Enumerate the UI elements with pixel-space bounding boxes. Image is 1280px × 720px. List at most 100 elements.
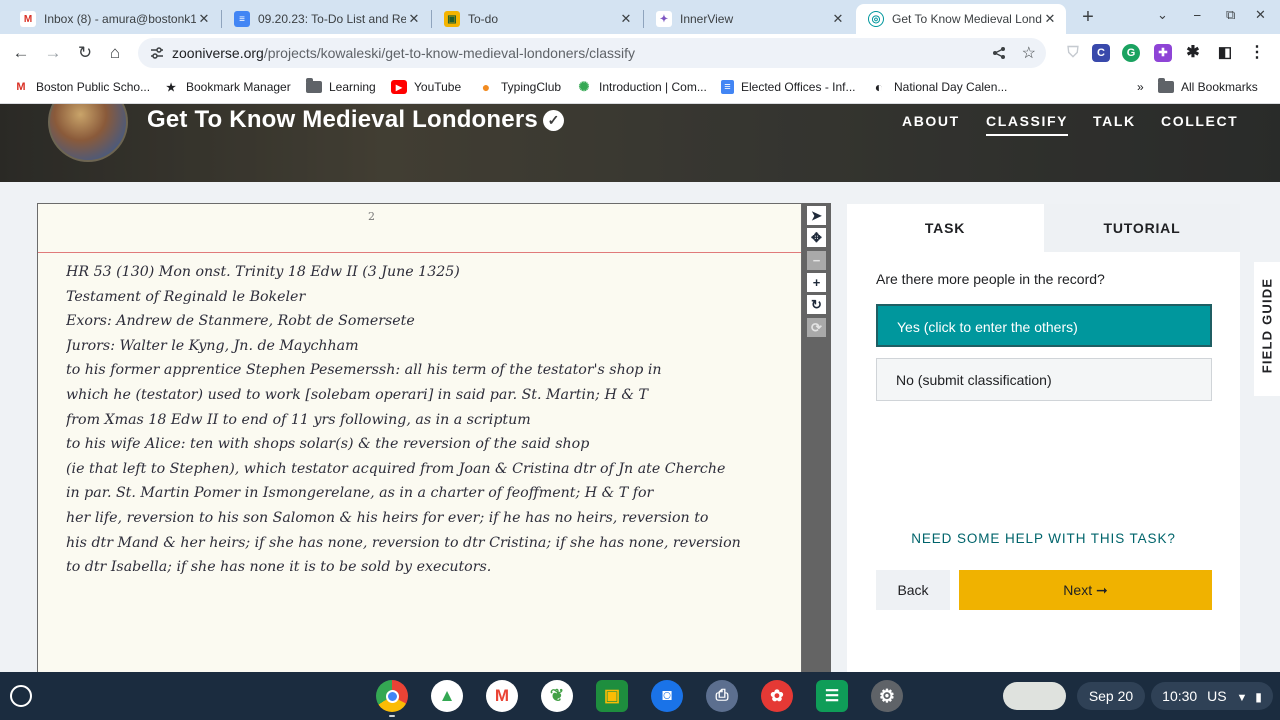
tab-close-icon[interactable]: ✕ bbox=[196, 11, 212, 27]
answer-no-button[interactable]: No (submit classification) bbox=[876, 358, 1212, 401]
nav-about[interactable]: ABOUT bbox=[902, 113, 960, 129]
record-line: to his wife Alice: ten with shops solar(… bbox=[66, 436, 590, 453]
tab-title: Get To Know Medieval Londo bbox=[892, 12, 1042, 26]
bookmarks-overflow-chevron-icon[interactable]: » bbox=[1137, 80, 1144, 94]
forms-icon[interactable]: ☰ bbox=[816, 680, 848, 712]
pointer-icon[interactable]: ➤ bbox=[807, 206, 826, 225]
all-bookmarks[interactable]: All Bookmarks bbox=[1158, 78, 1258, 94]
chrome-icon[interactable] bbox=[376, 680, 408, 712]
subject-page-number: 2 bbox=[368, 210, 375, 223]
os-shelf: ▲ M ❦ ▣ ◙ ⎙ ✿ ☰ ⚙ Sep 20 10:30 US ▼ ▮ bbox=[0, 672, 1280, 720]
camera-icon[interactable]: ◙ bbox=[651, 680, 683, 712]
settings-gear-icon[interactable]: ⚙ bbox=[871, 680, 903, 712]
extensions-puzzle-icon[interactable]: ✱ bbox=[1184, 44, 1202, 62]
back-button[interactable]: Back bbox=[876, 570, 950, 610]
browser-tab-todo[interactable]: ▣ To-do ✕ bbox=[432, 4, 642, 34]
tab-search-icon[interactable]: ⌄ bbox=[1157, 7, 1168, 23]
bookmark-youtube[interactable]: ▶ YouTube bbox=[391, 80, 461, 94]
bookmark-elected-offices[interactable]: ≡ Elected Offices - Inf... bbox=[721, 80, 856, 94]
classroom-icon[interactable]: ▣ bbox=[596, 680, 628, 712]
date-pill[interactable]: Sep 20 bbox=[1077, 682, 1145, 710]
palette-icon[interactable]: ✿ bbox=[761, 680, 793, 712]
zoom-in-icon[interactable]: + bbox=[807, 273, 826, 292]
browser-tab-innerview[interactable]: ✦ InnerView ✕ bbox=[644, 4, 854, 34]
record-line: to dtr Isabella; if she has none it is t… bbox=[66, 559, 492, 576]
zooniverse-icon: ◎ bbox=[868, 11, 884, 27]
record-line: HR 53 (130) Mon onst. Trinity 18 Edw II … bbox=[66, 264, 460, 280]
forward-icon[interactable]: → bbox=[42, 42, 64, 64]
project-header: Get To Know Medieval Londoners ✓ ABOUT C… bbox=[0, 104, 1280, 182]
input-method: US bbox=[1207, 688, 1227, 704]
folder-icon bbox=[306, 78, 322, 94]
record-line: to his former apprentice Stephen Pesemer… bbox=[66, 362, 662, 379]
printer-icon[interactable]: ⎙ bbox=[706, 680, 738, 712]
close-window-icon[interactable]: ✕ bbox=[1255, 7, 1266, 23]
reset-view-icon[interactable]: ⟳ bbox=[807, 318, 826, 337]
share-icon[interactable] bbox=[992, 46, 1006, 60]
nav-collect[interactable]: COLLECT bbox=[1161, 113, 1238, 129]
all-bookmarks-label: All Bookmarks bbox=[1181, 80, 1258, 94]
home-icon[interactable]: ⌂ bbox=[104, 42, 126, 64]
grammarly-icon[interactable]: G bbox=[1122, 44, 1140, 62]
tab-close-icon[interactable]: ✕ bbox=[406, 11, 422, 27]
drive-icon[interactable]: ▲ bbox=[431, 680, 463, 712]
field-guide-tab[interactable]: FIELD GUIDE bbox=[1254, 262, 1280, 396]
image-tools: ➤ ✥ − + ↻ ⟳ bbox=[802, 203, 831, 672]
new-tab-button[interactable]: + bbox=[1076, 5, 1100, 29]
nav-talk[interactable]: TALK bbox=[1093, 113, 1136, 129]
menu-icon[interactable]: ⋮ bbox=[1248, 44, 1266, 62]
bookmark-introduction[interactable]: ✺ Introduction | Com... bbox=[576, 79, 707, 94]
back-icon[interactable]: ← bbox=[10, 42, 32, 64]
tote-holding-space[interactable] bbox=[1003, 682, 1066, 710]
extension-c-icon[interactable]: C bbox=[1092, 44, 1110, 62]
rotate-icon[interactable]: ↻ bbox=[807, 295, 826, 314]
bookmark-boston-public-schools[interactable]: M Boston Public Scho... bbox=[13, 80, 150, 94]
move-icon[interactable]: ✥ bbox=[807, 228, 826, 247]
shield-icon[interactable]: ⛉ bbox=[1064, 44, 1082, 62]
bookmark-label: National Day Calen... bbox=[894, 80, 1008, 94]
zoom-out-icon[interactable]: − bbox=[807, 251, 826, 270]
tab-close-icon[interactable]: ✕ bbox=[830, 11, 846, 27]
leaf-app-icon[interactable]: ❦ bbox=[541, 680, 573, 712]
nav-classify[interactable]: CLASSIFY bbox=[986, 113, 1069, 136]
reload-icon[interactable]: ↻ bbox=[74, 42, 96, 64]
gmail-icon[interactable]: M bbox=[486, 680, 518, 712]
bookmark-label: Learning bbox=[329, 80, 376, 94]
bookmark-national-day[interactable]: ◐ National Day Calen... bbox=[871, 79, 1008, 95]
address-bar[interactable]: zooniverse.org/projects/kowaleski/get-to… bbox=[138, 38, 1046, 68]
site-info-icon[interactable] bbox=[150, 46, 164, 60]
bookmark-star-icon[interactable]: ☆ bbox=[1022, 43, 1036, 63]
tab-close-icon[interactable]: ✕ bbox=[1042, 11, 1058, 27]
project-title[interactable]: Get To Know Medieval Londoners bbox=[147, 106, 538, 134]
browser-tab-zooniverse[interactable]: ◎ Get To Know Medieval Londo ✕ bbox=[856, 4, 1066, 34]
tab-title: 09.20.23: To-Do List and Rem bbox=[258, 12, 406, 26]
bookmark-label: Elected Offices - Inf... bbox=[741, 80, 856, 94]
bookmark-label: Bookmark Manager bbox=[186, 80, 291, 94]
browser-tab-docs[interactable]: ≡ 09.20.23: To-Do List and Rem ✕ bbox=[222, 4, 430, 34]
task-panel: TASK TUTORIAL Are there more people in t… bbox=[847, 204, 1240, 672]
next-button[interactable]: Next ➞ bbox=[959, 570, 1212, 610]
record-line: in par. St. Martin Pomer in Ismongerelan… bbox=[66, 485, 654, 502]
bookmark-typingclub[interactable]: ● TypingClub bbox=[478, 79, 561, 95]
tab-task[interactable]: TASK bbox=[847, 204, 1043, 252]
bookmark-folder-learning[interactable]: Learning bbox=[306, 78, 376, 94]
status-area[interactable]: 10:30 US ▼ ▮ bbox=[1151, 682, 1273, 710]
bookmark-label: YouTube bbox=[414, 80, 462, 94]
restore-icon[interactable]: ⧉ bbox=[1226, 7, 1235, 23]
task-help-link[interactable]: NEED SOME HELP WITH THIS TASK? bbox=[847, 531, 1240, 546]
subject-image[interactable]: 2 HR 53 (130) Mon onst. Trinity 18 Edw I… bbox=[37, 203, 802, 672]
page-content: Get To Know Medieval Londoners ✓ ABOUT C… bbox=[0, 104, 1280, 672]
side-panel-icon[interactable]: ◧ bbox=[1216, 44, 1234, 62]
extension-puzzle-app-icon[interactable]: ✚ bbox=[1154, 44, 1172, 62]
answer-yes-button[interactable]: Yes (click to enter the others) bbox=[876, 304, 1212, 347]
minimize-icon[interactable]: ⎯ bbox=[1194, 7, 1201, 23]
tab-tutorial[interactable]: TUTORIAL bbox=[1044, 204, 1240, 252]
task-question: Are there more people in the record? bbox=[876, 271, 1105, 287]
launcher-icon[interactable] bbox=[10, 685, 32, 707]
bookmark-manager[interactable]: ★ Bookmark Manager bbox=[163, 80, 291, 94]
tab-close-icon[interactable]: ✕ bbox=[618, 11, 634, 27]
classroom-icon: ▣ bbox=[444, 11, 460, 27]
browser-tab-strip: M Inbox (8) - amura@bostonk1 ✕ ≡ 09.20.2… bbox=[0, 0, 1280, 34]
browser-tab-gmail[interactable]: M Inbox (8) - amura@bostonk1 ✕ bbox=[8, 4, 220, 34]
national-day-icon: ◐ bbox=[874, 79, 884, 95]
